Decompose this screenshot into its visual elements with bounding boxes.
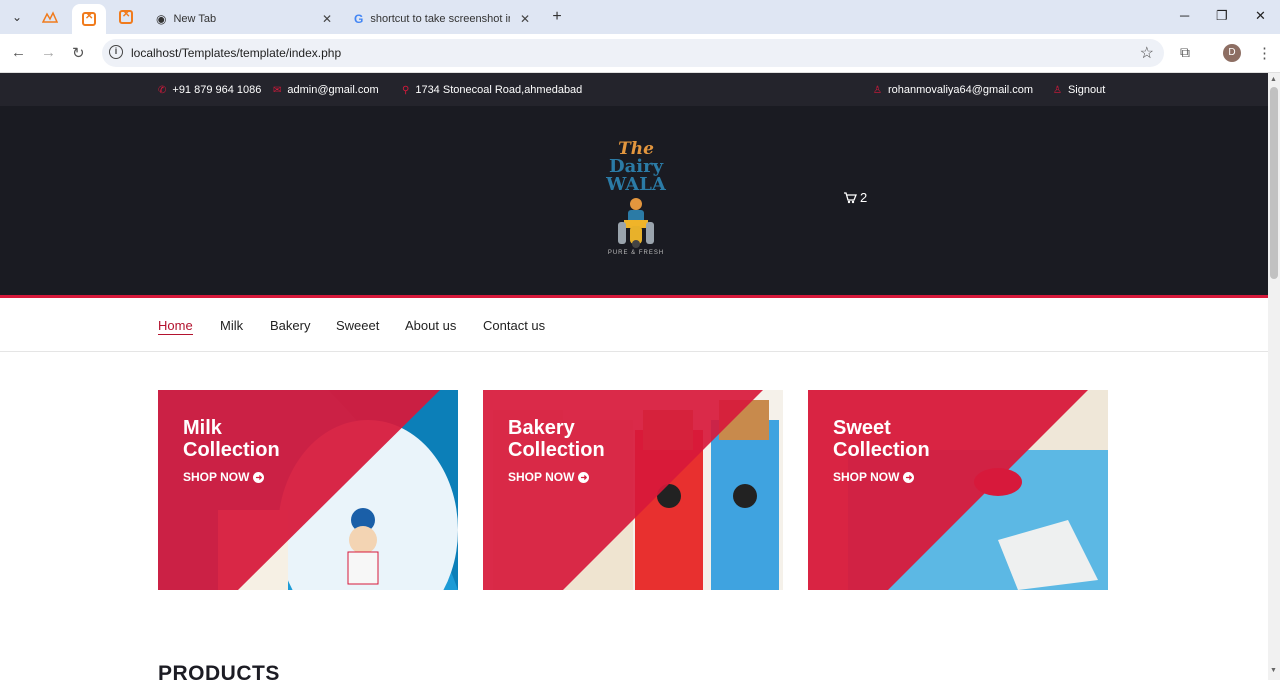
logo-text: WALA (606, 174, 666, 195)
phone-text: +91 879 964 1086 (172, 84, 262, 96)
extensions-icon[interactable]: ⧉ (1180, 44, 1190, 61)
main-nav: Home Milk Bakery Sweeet About us Contact… (0, 301, 1268, 352)
menu-dots-icon[interactable]: ⋮ (1257, 44, 1272, 62)
banner-title: Bakery Collection (508, 417, 668, 461)
minimize-icon[interactable]: ─ (1180, 8, 1189, 23)
xampp-icon (82, 11, 96, 26)
tab-list-button[interactable]: ⌄ (5, 6, 29, 28)
banner-title-line: Collection (833, 439, 930, 461)
arrow-circle-right-icon: ➜ (253, 471, 265, 483)
xampp-icon (119, 9, 133, 24)
shop-now-link[interactable]: SHOP NOW ➜ (508, 470, 590, 484)
banner-title-line: Bakery (508, 417, 575, 439)
cart-count: 2 (860, 190, 868, 205)
browser-tab-bar: ⌄ ◉ New Tab ✕ G shortcut to take screens… (0, 0, 1280, 34)
page-scrollbar[interactable]: ▲ ▼ (1268, 73, 1280, 680)
sweet-collection-banner[interactable]: Sweet Collection SHOP NOW ➜ (808, 390, 1108, 590)
phone-icon: ✆ (158, 84, 167, 96)
banner-title-line: Milk (183, 417, 222, 439)
browser-toolbar: ← → ↻ i localhost/Templates/template/ind… (0, 34, 1280, 73)
site-header: The Dairy WALA PURE & FRESH 2 (0, 106, 1268, 298)
address-text: 1734 Stonecoal Road,ahmedabad (415, 84, 583, 96)
user-account-link[interactable]: ♙ rohanmovaliya64@gmail.com (873, 84, 1033, 96)
plus-icon: + (552, 8, 562, 25)
google-icon: G (354, 12, 364, 26)
nav-home[interactable]: Home (158, 318, 193, 335)
tab-new-tab[interactable]: ◉ New Tab ✕ (148, 4, 340, 34)
site-logo[interactable]: The Dairy WALA PURE & FRESH (598, 140, 674, 266)
milkman-scooter-illustration (612, 196, 660, 248)
tab-title: New Tab (173, 13, 217, 25)
close-icon[interactable]: ✕ (520, 12, 530, 26)
tab-xampp-active[interactable] (72, 4, 106, 34)
back-icon[interactable]: ← (11, 44, 26, 61)
scroll-down-icon[interactable]: ▼ (1270, 667, 1277, 674)
cart-icon (844, 192, 857, 204)
profile-avatar[interactable]: D (1223, 44, 1241, 62)
close-icon[interactable]: ✕ (322, 12, 332, 26)
user-email-text: rohanmovaliya64@gmail.com (887, 84, 1034, 96)
chrome-icon: ◉ (156, 12, 167, 26)
new-tab-button[interactable]: + (545, 6, 569, 28)
banner-title: Milk Collection (183, 417, 343, 461)
logo-tagline: PURE & FRESH (607, 250, 665, 256)
shop-now-link[interactable]: SHOP NOW ➜ (833, 470, 915, 484)
reload-icon[interactable]: ↻ (72, 44, 85, 62)
chevron-down-icon: ⌄ (11, 10, 23, 24)
site-info-icon[interactable]: i (109, 45, 123, 59)
shop-now-label: SHOP NOW (508, 470, 575, 484)
arrow-circle-right-icon: ➜ (578, 471, 590, 483)
tab-xampp-2[interactable] (114, 6, 138, 28)
banner-title: Sweet Collection (833, 417, 993, 461)
site-topbar: ✆ +91 879 964 1086 ✉ admin@gmail.com ⚲ 1… (0, 73, 1268, 106)
signout-link[interactable]: ♙ Signout (1053, 84, 1105, 96)
restore-icon[interactable]: ❐ (1216, 8, 1228, 24)
banner-title-line: Sweet (833, 417, 891, 439)
products-heading: PRODUCTS (158, 662, 280, 680)
user-icon: ♙ (873, 84, 882, 96)
map-pin-icon: ⚲ (402, 84, 410, 96)
banner-title-line: Collection (508, 439, 605, 461)
nav-milk[interactable]: Milk (220, 318, 243, 333)
banner-title-line: Collection (183, 439, 280, 461)
arrow-circle-right-icon: ➜ (903, 471, 915, 483)
scroll-thumb[interactable] (1270, 87, 1278, 279)
tab-google-search[interactable]: G shortcut to take screenshot in w ✕ (346, 4, 540, 34)
xampp-logo-icon (42, 11, 58, 23)
milk-collection-banner[interactable]: Milk Collection SHOP NOW ➜ (158, 390, 458, 590)
url-text[interactable]: localhost/Templates/template/index.php (131, 46, 341, 60)
bookmark-star-icon[interactable]: ☆ (1140, 43, 1154, 63)
nav-contact-us[interactable]: Contact us (483, 318, 545, 333)
close-window-icon[interactable]: ✕ (1255, 8, 1266, 24)
address-bar[interactable]: i localhost/Templates/template/index.php… (102, 39, 1164, 67)
shop-now-label: SHOP NOW (183, 470, 250, 484)
shop-now-link[interactable]: SHOP NOW ➜ (183, 470, 265, 484)
lock-icon: ♙ (1053, 84, 1062, 96)
forward-icon[interactable]: → (41, 44, 56, 61)
email-text: admin@gmail.com (287, 84, 379, 96)
nav-bakery[interactable]: Bakery (270, 318, 310, 333)
nav-sweet[interactable]: Sweeet (336, 318, 379, 333)
signout-text: Signout (1067, 84, 1106, 96)
envelope-icon: ✉ (273, 84, 282, 96)
nav-about-us[interactable]: About us (405, 318, 456, 333)
tab-title: shortcut to take screenshot in w (370, 13, 511, 25)
bakery-collection-banner[interactable]: Bakery Collection SHOP NOW ➜ (483, 390, 783, 590)
cart-button[interactable]: 2 (843, 190, 867, 205)
scroll-up-icon[interactable]: ▲ (1270, 76, 1277, 83)
tab-xampp-1[interactable] (38, 6, 62, 28)
contact-address: ⚲ 1734 Stonecoal Road,ahmedabad (402, 84, 582, 96)
contact-email: ✉ admin@gmail.com (273, 84, 379, 96)
shop-now-label: SHOP NOW (833, 470, 900, 484)
contact-phone: ✆ +91 879 964 1086 (158, 84, 261, 96)
